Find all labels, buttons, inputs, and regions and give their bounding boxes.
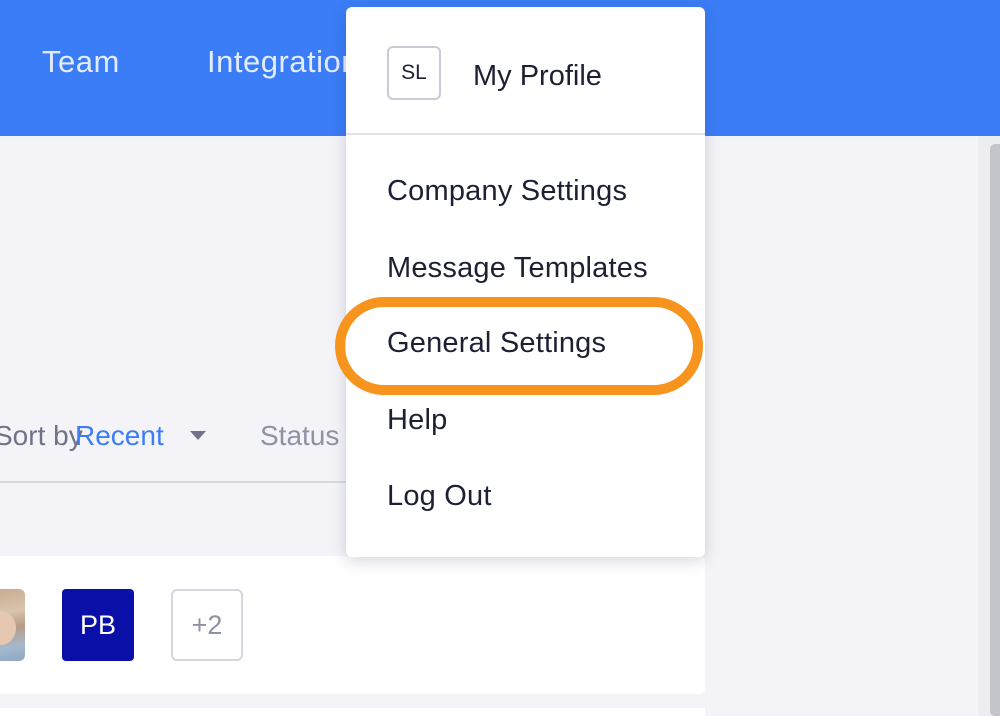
avatar-initials: PB	[62, 589, 134, 661]
menu-item-general-settings[interactable]: General Settings	[387, 327, 606, 360]
status-filter[interactable]: Status	[260, 420, 339, 452]
profile-initials-badge: SL	[387, 46, 441, 100]
account-dropdown-menu: SL My Profile Company Settings Message T…	[346, 7, 705, 557]
nav-tab-team[interactable]: Team	[42, 44, 120, 80]
sort-by-label: Sort by	[0, 420, 83, 451]
menu-item-message-templates[interactable]: Message Templates	[387, 252, 648, 285]
menu-item-help[interactable]: Help	[387, 404, 447, 437]
menu-item-company-settings[interactable]: Company Settings	[387, 175, 627, 208]
list-card[interactable]	[0, 708, 705, 716]
scrollbar-thumb[interactable]	[990, 144, 1000, 716]
menu-item-log-out[interactable]: Log Out	[387, 480, 492, 513]
avatar-photo	[0, 589, 25, 661]
my-profile-item[interactable]: SL My Profile	[346, 7, 705, 135]
more-avatars-button[interactable]: +2	[171, 589, 243, 661]
my-profile-label: My Profile	[473, 60, 602, 92]
nav-tab-integrations[interactable]: Integrations	[207, 44, 347, 80]
avatar-face	[0, 611, 16, 645]
sort-by-dropdown[interactable]: Recent	[75, 420, 164, 452]
caret-down-icon[interactable]	[190, 431, 206, 440]
